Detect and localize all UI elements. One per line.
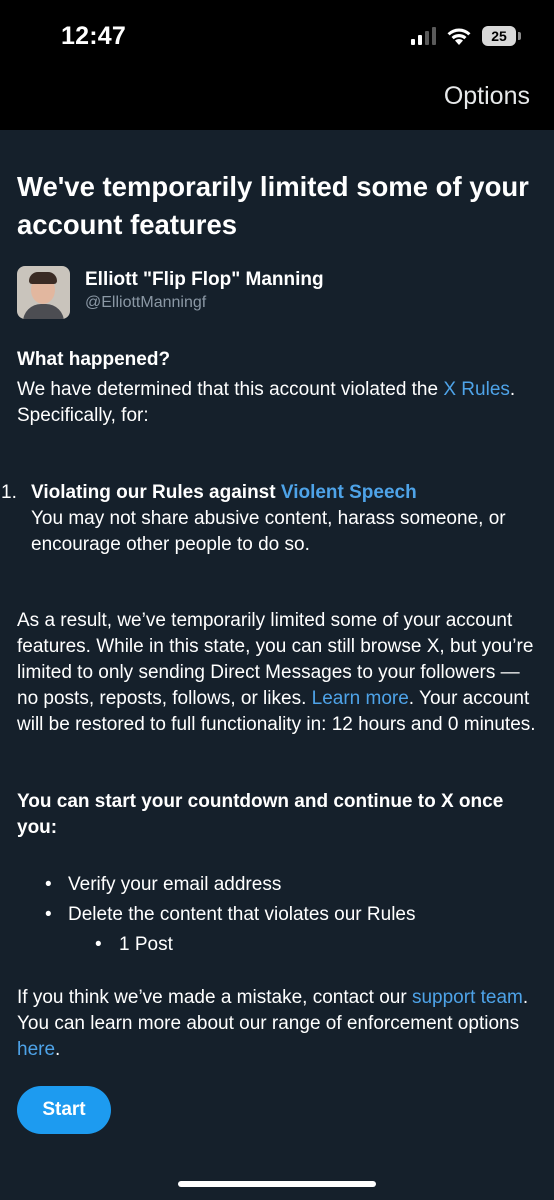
avatar	[17, 266, 70, 319]
user-name: Elliott "Flip Flop" Manning	[85, 269, 324, 290]
start-button[interactable]: Start	[17, 1086, 111, 1134]
violation-description: You may not share abusive content, haras…	[31, 508, 506, 555]
x-rules-link[interactable]: X Rules	[443, 379, 510, 400]
countdown-heading: You can start your countdown and continu…	[17, 791, 504, 838]
bullet-icon: •	[45, 904, 52, 925]
options-button[interactable]: Options	[444, 82, 530, 111]
requirement-item: Delete the content that violates our Rul…	[68, 904, 416, 925]
what-happened-heading: What happened?	[17, 349, 171, 370]
signal-icon	[411, 27, 436, 45]
bullet-icon: •	[95, 934, 102, 955]
learn-more-link[interactable]: Learn more	[312, 688, 409, 709]
wifi-icon	[447, 28, 471, 45]
support-team-link[interactable]: support team	[412, 987, 523, 1008]
requirement-item: Verify your email address	[68, 874, 282, 895]
mistake-text: If you think we’ve made a mistake, conta…	[17, 987, 529, 1060]
bullet-icon: •	[45, 874, 52, 895]
what-happened-text: We have determined that this account vio…	[17, 379, 516, 426]
user-info: Elliott "Flip Flop" Manning @ElliottMann…	[17, 266, 324, 319]
top-bar: 12:47 25 Options	[0, 0, 554, 130]
battery-icon: 25	[482, 26, 521, 46]
violation-item: 1. Violating our Rules against Violent S…	[1, 480, 537, 558]
result-text: As a result, we’ve temporarily limited s…	[17, 610, 536, 735]
here-link[interactable]: here	[17, 1039, 55, 1060]
requirement-subitem: 1 Post	[119, 934, 173, 955]
page-title: We've temporarily limited some of your a…	[17, 171, 529, 240]
status-time: 12:47	[61, 22, 126, 50]
user-handle: @ElliottManningf	[85, 294, 207, 311]
home-indicator[interactable]	[178, 1181, 376, 1187]
violent-speech-link[interactable]: Violent Speech	[281, 482, 417, 503]
violation-number: 1.	[1, 482, 17, 503]
status-icons: 25	[411, 26, 521, 46]
